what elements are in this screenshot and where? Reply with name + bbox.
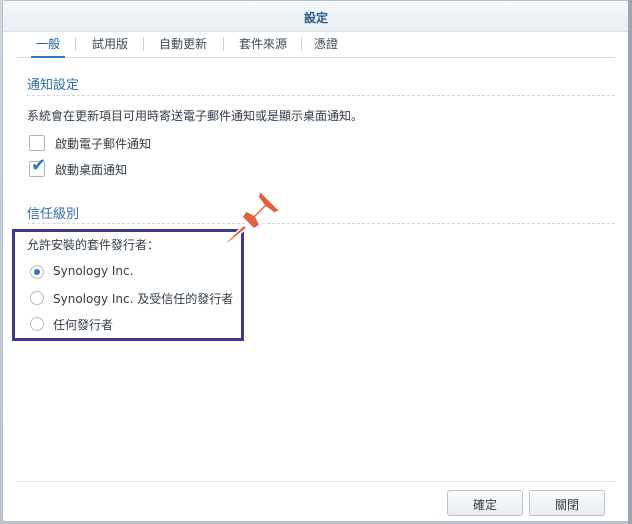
section-divider (27, 95, 615, 96)
tab-separator (143, 37, 144, 51)
email-notify-checkbox[interactable] (29, 135, 45, 151)
tab-trial[interactable]: 試用版 (83, 32, 137, 56)
tab-separator (223, 37, 224, 51)
tab-auto-update[interactable]: 自動更新 (151, 32, 215, 56)
tab-separator (301, 37, 302, 51)
window-edge (628, 0, 632, 524)
desktop-notify-checkbox[interactable]: ✔ (29, 157, 46, 177)
check-icon: ✔ (31, 155, 47, 176)
notify-section-title: 通知設定 (27, 78, 80, 93)
tab-certificate[interactable]: 憑證 (309, 32, 343, 56)
notify-description: 系統會在更新項目可用時寄送電子郵件通知或是顯示桌面通知。 (27, 109, 364, 123)
section-divider (27, 223, 615, 224)
ok-button[interactable]: 確定 (447, 490, 523, 516)
tab-package-sources[interactable]: 套件來源 (231, 32, 295, 56)
tab-bar: 一般 試用版 自動更新 套件來源 憑證 (17, 32, 615, 58)
desktop-notify-label[interactable]: 啟動桌面通知 (55, 161, 127, 178)
trust-highlight-box (12, 229, 244, 341)
email-notify-label[interactable]: 啟動電子郵件通知 (55, 135, 151, 152)
dialog-titlebar[interactable]: 設定 (3, 1, 629, 32)
pushpin-icon (224, 190, 281, 244)
trust-section-title: 信任級別 (27, 207, 80, 222)
tab-separator (75, 37, 76, 51)
dialog-title: 設定 (303, 11, 328, 25)
close-button[interactable]: 關閉 (529, 490, 605, 516)
footer-divider (17, 481, 615, 482)
tab-general[interactable]: 一般 (31, 32, 65, 58)
